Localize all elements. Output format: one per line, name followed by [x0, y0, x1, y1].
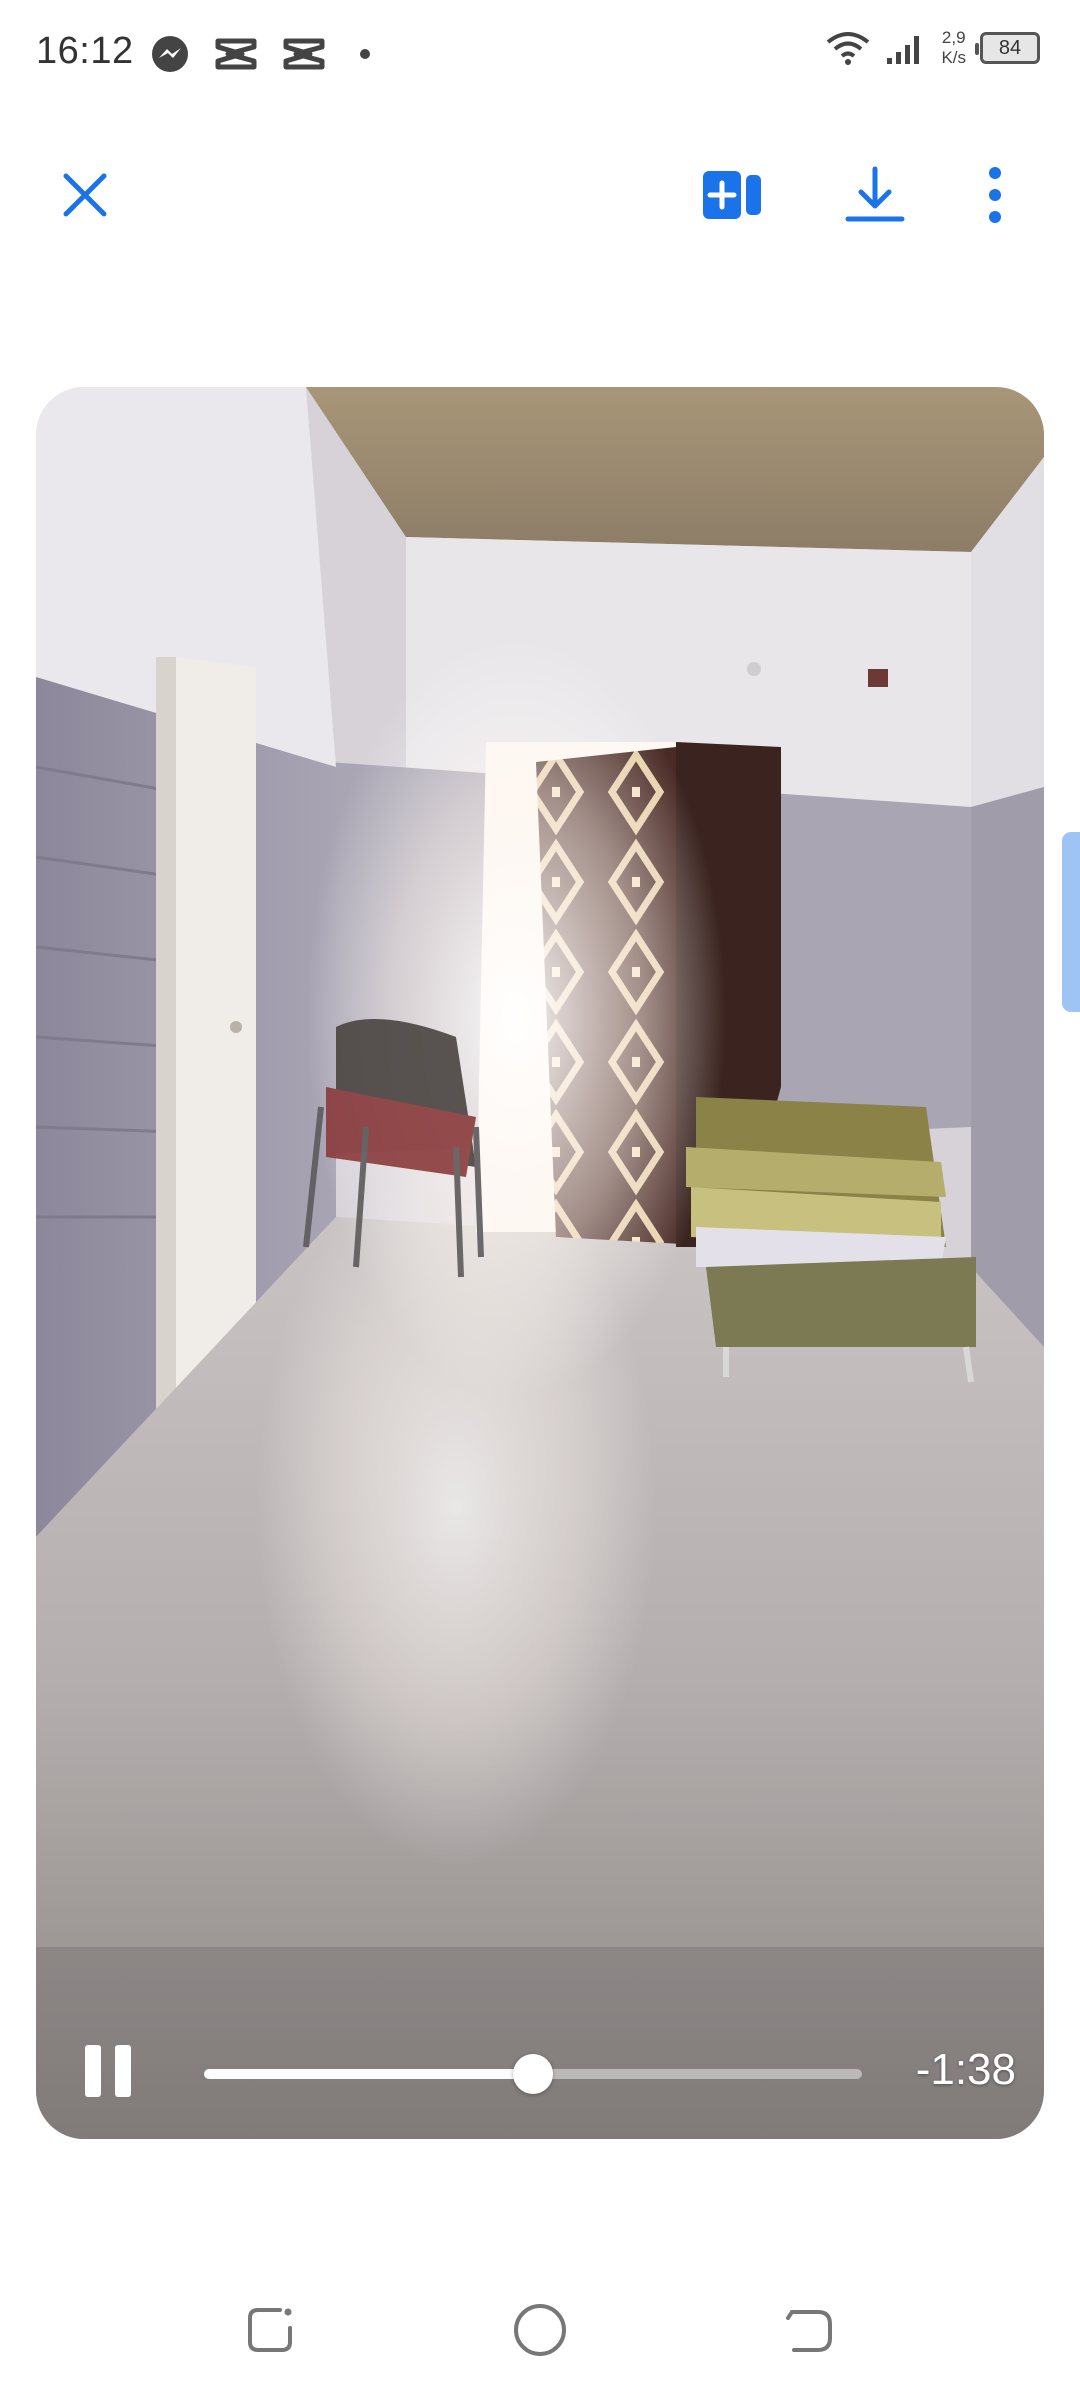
home-icon	[514, 2304, 566, 2356]
download-icon	[845, 166, 905, 222]
capcut-icon	[215, 38, 257, 70]
notification-icons	[150, 34, 370, 74]
signal-icon	[887, 36, 920, 64]
more-options-button[interactable]	[940, 140, 1050, 250]
network-speed: 2,9 K/s	[941, 28, 966, 68]
status-bar: 16:12 2,9 K/s 84	[0, 0, 1080, 110]
video-player[interactable]: -1:38	[36, 387, 1044, 2139]
battery-icon: 84	[975, 32, 1040, 64]
status-time: 16:12	[36, 30, 134, 72]
time-remaining: -1:38	[915, 2045, 1016, 2094]
wifi-icon	[827, 32, 870, 65]
more-vertical-icon	[989, 167, 1001, 223]
network-speed-value: 2,9	[941, 28, 966, 47]
capcut-icon	[283, 38, 325, 70]
close-button[interactable]	[30, 140, 140, 250]
seek-bar-progress	[204, 2069, 533, 2079]
seek-thumb[interactable]	[513, 2054, 553, 2094]
add-to-collection-button[interactable]	[677, 140, 787, 250]
back-icon	[786, 2310, 832, 2352]
seek-bar[interactable]	[204, 2054, 862, 2094]
battery-level: 84	[998, 36, 1022, 59]
recent-apps-icon	[248, 2308, 292, 2352]
network-speed-unit: K/s	[941, 48, 966, 67]
dot-icon	[360, 49, 370, 59]
top-toolbar	[0, 140, 1080, 250]
playback-controls: -1:38	[36, 1999, 1044, 2139]
side-panel-handle[interactable]	[1062, 832, 1080, 1012]
add-to-collection-icon	[703, 171, 761, 219]
close-icon	[63, 173, 107, 217]
pause-button[interactable]	[76, 2039, 140, 2103]
messenger-icon	[152, 36, 188, 72]
pause-icon	[85, 2045, 131, 2097]
recent-apps-button[interactable]	[210, 2270, 330, 2390]
video-frame	[36, 387, 1044, 2139]
download-button[interactable]	[820, 140, 930, 250]
navigation-bar	[0, 2270, 1080, 2408]
system-status: 2,9 K/s 84	[825, 28, 1040, 68]
home-button[interactable]	[480, 2270, 600, 2390]
back-button[interactable]	[750, 2270, 870, 2390]
